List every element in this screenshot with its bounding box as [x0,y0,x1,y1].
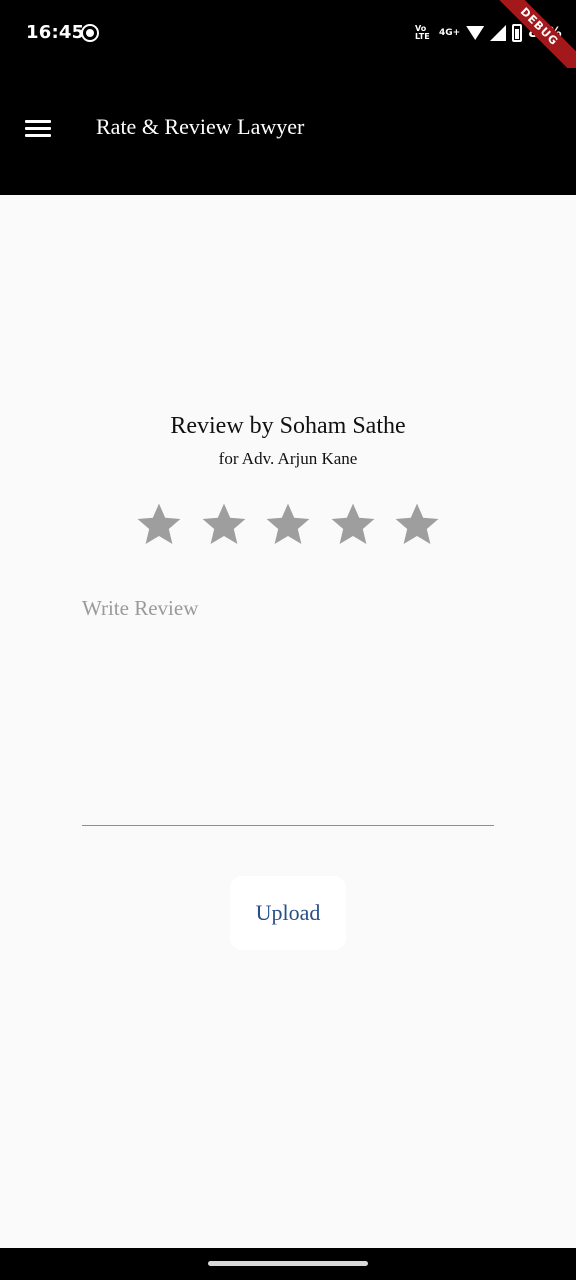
star-icon-5[interactable] [393,500,441,548]
review-input[interactable] [82,590,494,825]
review-title: Review by Soham Sathe [170,413,406,439]
wifi-icon [466,26,485,40]
star-icon-3[interactable] [264,500,312,548]
system-nav-bar [0,1248,576,1280]
status-bar: 16:45 Vo LTE 4G+ 82% DEBUG [0,0,576,87]
review-form: Review by Soham Sathe for Adv. Arjun Kan… [0,195,576,1248]
review-field [82,590,494,826]
network-type-label: 4G+ [439,28,461,38]
review-subtitle: for Adv. Arjun Kane [218,449,358,468]
star-icon-4[interactable] [329,500,377,548]
battery-icon [512,24,523,42]
upload-button[interactable]: Upload [230,876,346,950]
status-time: 16:45 [26,22,85,43]
signal-icon [490,25,507,41]
screen-record-icon [81,24,99,42]
home-indicator[interactable] [208,1261,368,1266]
page-title: Rate & Review Lawyer [96,114,305,139]
star-icon-1[interactable] [135,500,183,548]
star-icon-2[interactable] [200,500,248,548]
app-bar: Rate & Review Lawyer [0,68,576,195]
star-rating [135,500,441,550]
menu-icon[interactable] [25,120,51,137]
volte-icon: Vo LTE [415,24,430,41]
